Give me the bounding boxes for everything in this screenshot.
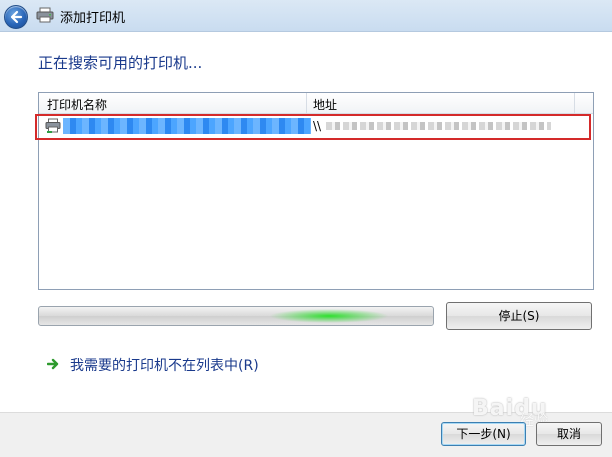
printer-not-listed-link[interactable]: 我需要的打印机不在列表中(R) (70, 355, 259, 375)
column-header-address[interactable]: 地址 (313, 96, 337, 113)
annotation-highlight-box (35, 114, 591, 140)
page-heading: 正在搜索可用的打印机... (38, 54, 203, 72)
cancel-button[interactable]: 取消 (536, 422, 602, 446)
list-header: 打印机名称 地址 (39, 93, 593, 114)
column-divider[interactable] (306, 93, 307, 113)
stop-button[interactable]: 停止(S) (446, 302, 592, 330)
column-header-printer-name[interactable]: 打印机名称 (47, 96, 107, 113)
back-arrow-icon (10, 10, 23, 24)
column-divider (574, 93, 575, 113)
window-title: 添加打印机 (60, 11, 126, 26)
printer-icon (36, 7, 54, 23)
progress-glow (269, 309, 389, 323)
search-progress-bar (38, 306, 434, 326)
title-bar: 添加打印机 (0, 0, 612, 32)
next-button[interactable]: 下一步(N) (441, 422, 526, 446)
back-button[interactable] (4, 5, 28, 29)
green-arrow-icon[interactable] (47, 358, 61, 370)
